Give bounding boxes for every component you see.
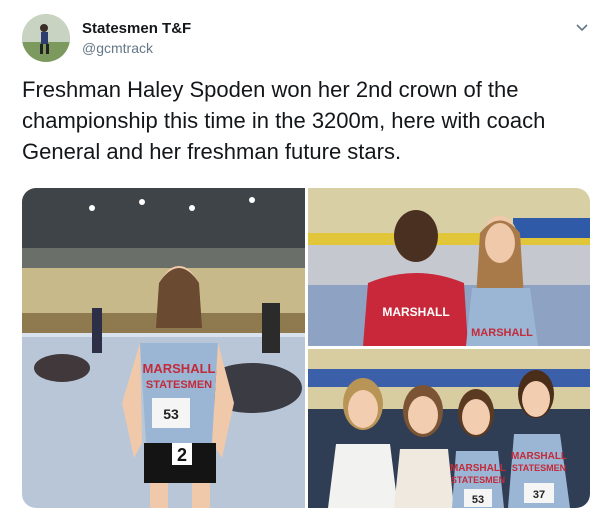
author-avatar[interactable] (22, 14, 70, 62)
jersey-text-1: MARSHALL (143, 361, 216, 376)
jersey-text-2: STATESMEN (451, 475, 505, 485)
jersey-text-4: STATESMEN (512, 463, 566, 473)
race-bib-2: 37 (533, 489, 545, 501)
hip-number: 2 (177, 445, 187, 465)
race-bib-1: 53 (472, 494, 484, 506)
shirt-text: MARSHALL (382, 305, 449, 319)
jersey-text-3: MARSHALL (511, 451, 567, 462)
chevron-down-icon[interactable] (574, 20, 590, 36)
photo-freshmen[interactable]: MARSHALL STATESMEN 53 MARSHALL STATESMEN… (308, 349, 590, 508)
photo-runner[interactable]: MARSHALL STATESMEN 53 2 (22, 188, 305, 508)
media-grid: MARSHALL STATESMEN 53 2 MARSHALL MARSHAL… (22, 188, 590, 508)
author-display-name[interactable]: Statesmen T&F (82, 20, 191, 37)
author-handle[interactable]: @gcmtrack (82, 40, 153, 56)
jersey-text: MARSHALL (471, 327, 533, 339)
tweet-text: Freshman Haley Spoden won her 2nd crown … (22, 77, 546, 164)
photo-coach[interactable]: MARSHALL MARSHALL (308, 188, 590, 346)
runner-avatar-icon (22, 14, 70, 62)
jersey-text-2: STATESMEN (146, 379, 212, 391)
jersey-text-1: MARSHALL (450, 463, 506, 474)
race-bib: 53 (163, 406, 179, 422)
tweet-card: Statesmen T&F @gcmtrack Freshman Haley S… (0, 0, 603, 521)
